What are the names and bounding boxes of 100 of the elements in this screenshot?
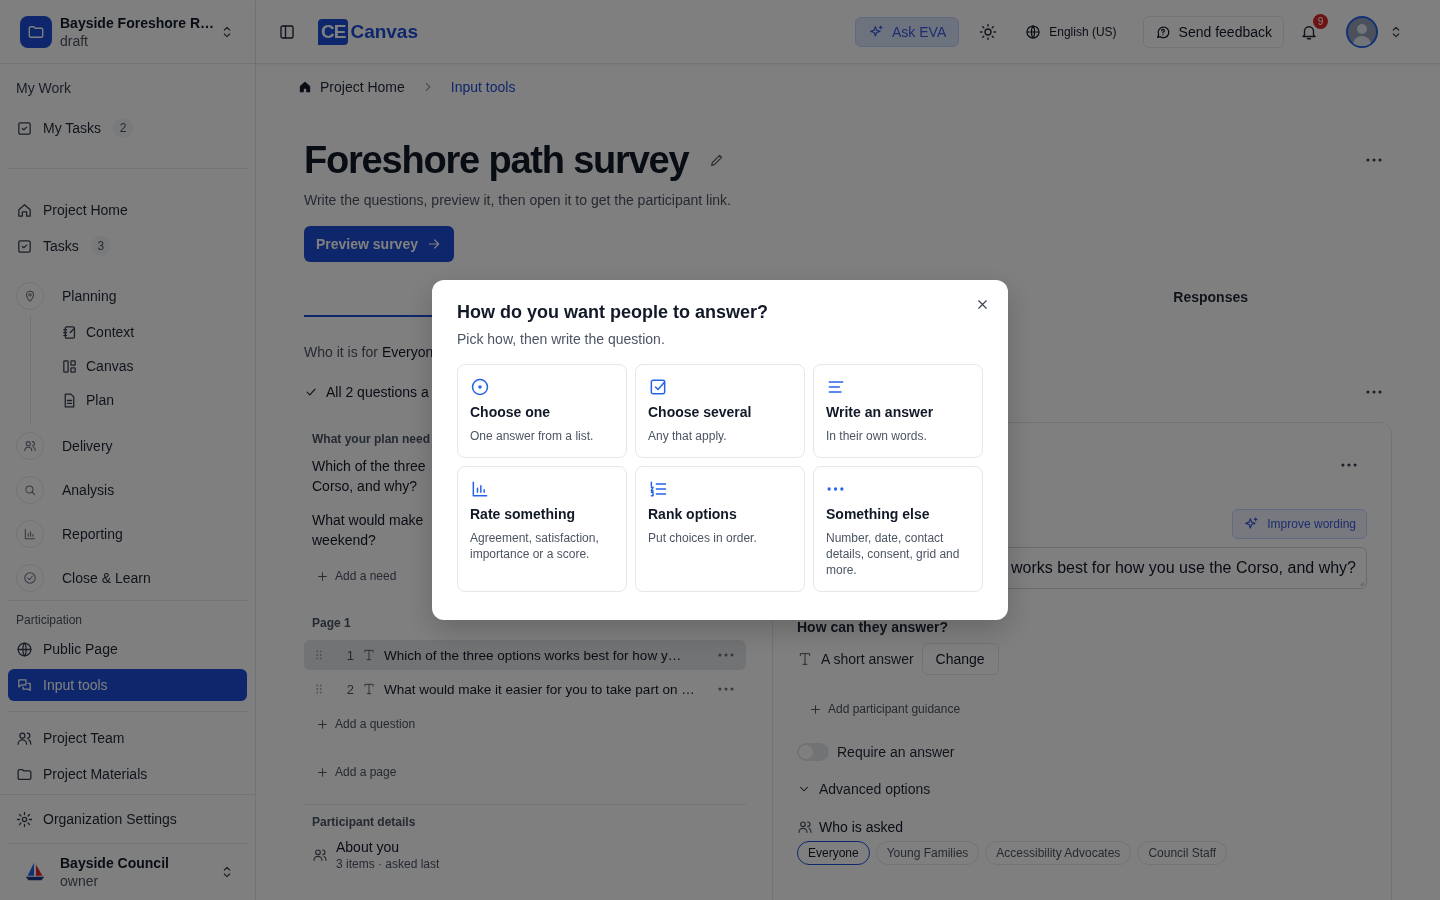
breadcrumb-link[interactable]: Project Home [298, 79, 405, 95]
add-link[interactable]: Add a need [304, 564, 397, 588]
nav-item[interactable]: Canvas [53, 349, 247, 383]
nav-item[interactable]: Input tools [8, 669, 247, 701]
sparkle-icon [1243, 516, 1260, 532]
sidebar-toggle-icon[interactable] [278, 22, 296, 41]
stage-item[interactable]: Planning [16, 274, 247, 318]
add-link[interactable]: Add participant guidance [797, 697, 961, 721]
logo-mark: CE [318, 18, 349, 45]
add-link[interactable]: Add a question [304, 712, 416, 736]
section-title: Participant details [311, 815, 416, 829]
question-number: 1 [345, 647, 354, 663]
language-selector[interactable]: English (US) [1025, 23, 1117, 40]
advanced-options-toggle[interactable]: Advanced options [797, 781, 931, 797]
improve-wording-button[interactable]: Improve wording [1232, 509, 1367, 539]
message-question-icon [1154, 23, 1171, 40]
feedback-button[interactable]: Send feedback [1142, 15, 1284, 48]
answer-type-option[interactable]: Something else Number, date, contact details, consent, grid and more. [813, 466, 983, 592]
page-title-label: Page 1 [311, 616, 351, 630]
nav-item[interactable]: Project Home [8, 192, 247, 228]
question-row[interactable]: 1 Which of the three options works best for how y… [304, 640, 746, 670]
count-badge: 2 [113, 118, 134, 138]
nav-item[interactable]: Public Page [8, 633, 247, 665]
nav-item[interactable]: My Tasks 2 [8, 110, 247, 146]
answer-type-option[interactable]: Choose several Any that apply. [635, 364, 805, 458]
project-name: Bayside Foreshore R… [60, 14, 211, 31]
answer-type-option[interactable]: Rate something Agreement, satisfaction, importance or a score. [457, 466, 627, 592]
stage-item[interactable]: Reporting [16, 512, 247, 556]
question-row[interactable]: 2 What would make it easier for you to take part on … [304, 674, 746, 704]
dialog-subtitle: Pick how, then write the question. [457, 331, 666, 347]
need-text: What would make weekend? [311, 511, 424, 550]
plus-icon [316, 569, 329, 583]
nav-item[interactable]: Project Team [8, 722, 247, 754]
question-text: What would make it easier for you to take part on … [384, 681, 696, 697]
option-title: Write an answer [826, 404, 934, 420]
organization-switcher[interactable]: Bayside Council owner [0, 844, 255, 900]
globe-icon [16, 640, 33, 658]
nav-item[interactable]: Tasks 3 [8, 228, 247, 264]
checkbox-icon [16, 237, 33, 255]
preview-button[interactable]: Preview survey [304, 226, 454, 262]
detail-meta: 3 items · asked last [336, 857, 440, 871]
option-description: Agreement, satisfaction, importance or a score. [470, 530, 600, 562]
option-title: Something else [826, 506, 930, 522]
search-icon [23, 483, 37, 497]
people-icon [797, 819, 813, 835]
audience-value: Everyon [381, 344, 434, 360]
nav-item[interactable]: Plan [53, 383, 247, 417]
dialog-title: How do you want people to answer? [457, 302, 770, 323]
bar-chart-icon [23, 527, 37, 541]
project-switcher[interactable]: Bayside Foreshore R… draft [0, 0, 255, 64]
option-description: One answer from a list. [470, 428, 594, 444]
option-description: Put choices in order. [648, 530, 757, 546]
close-icon[interactable] [975, 297, 990, 312]
tab[interactable]: Responses [1029, 279, 1392, 317]
stage-item[interactable]: Analysis [16, 468, 247, 512]
plus-icon [316, 717, 329, 731]
avatar[interactable] [1346, 15, 1378, 48]
stage-item[interactable]: Close & Learn [16, 556, 247, 600]
plus-icon [809, 702, 822, 716]
notification-badge: 9 [1313, 13, 1328, 29]
checkbox-icon [16, 119, 33, 137]
more-icon[interactable] [718, 687, 734, 691]
ask-button[interactable]: Ask EVA [855, 16, 960, 47]
people-icon [312, 847, 328, 863]
layout-icon [61, 357, 78, 375]
option-title: Choose several [648, 404, 752, 420]
more-icon[interactable] [1341, 463, 1357, 467]
logo-name: Canvas [350, 20, 418, 43]
answer-type-option[interactable]: Write an answer In their own words. [813, 364, 983, 458]
people-icon [23, 439, 37, 453]
more-icon[interactable] [1366, 390, 1382, 394]
nav-item[interactable]: Project Materials [8, 758, 247, 790]
question-text: Which of the three options works best for how y… [384, 647, 683, 663]
option-title: Rank options [648, 506, 737, 522]
edit-pencil-icon[interactable] [708, 152, 725, 168]
project-status: draft [60, 32, 89, 49]
section-title: Participation [15, 612, 84, 629]
detail-title: About you [336, 839, 401, 855]
organization-name: Bayside Council [60, 854, 170, 871]
nav-item[interactable]: Organization Settings [8, 803, 247, 835]
need-text: Which of the three Corso, and why? [311, 457, 426, 496]
stage-item[interactable]: Delivery [16, 424, 247, 468]
theme-sun-icon[interactable] [979, 22, 998, 41]
nav-item[interactable]: Context [53, 315, 247, 349]
page-title: Foreshore path survey [304, 138, 689, 182]
add-link[interactable]: Add a page [304, 760, 397, 784]
home-icon [298, 80, 312, 94]
more-icon[interactable] [1366, 158, 1382, 162]
count-badge: 3 [90, 236, 111, 256]
answer-type-option[interactable]: Choose one One answer from a list. [457, 364, 627, 458]
chat-bubbles-icon [16, 676, 33, 694]
option-title: Choose one [470, 404, 551, 420]
breadcrumb-link[interactable]: Input tools [450, 79, 516, 95]
answer-type-option[interactable]: Rank options Put choices in order. [635, 466, 805, 592]
section-title: What your plan need [311, 432, 430, 446]
field-label: Who is asked [819, 819, 904, 835]
more-icon[interactable] [718, 653, 734, 657]
organization-role: owner [60, 872, 100, 889]
change-button[interactable]: Change [921, 643, 999, 675]
text-type-icon [797, 651, 813, 667]
